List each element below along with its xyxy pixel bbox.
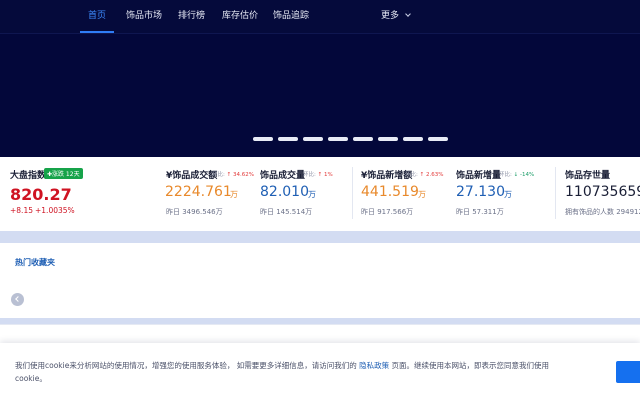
trade-volume-title: 饰品成交量: [260, 171, 306, 181]
trade-amount-unit: 万: [230, 190, 238, 199]
nav-item-item-tracking[interactable]: 饰品追踪: [273, 0, 309, 33]
trade-volume-unit: 万: [308, 190, 316, 199]
nav-item-ranking[interactable]: 排行榜: [178, 0, 205, 33]
carousel-dot[interactable]: [253, 137, 273, 141]
new-volume-unit: 万: [504, 190, 512, 199]
new-volume-yesterday: 昨日 57.311万: [456, 208, 504, 216]
nav-item-market[interactable]: 饰品市场: [126, 0, 162, 33]
carousel-dot[interactable]: [428, 137, 448, 141]
market-stats-panel: 大盘指数 ✚涨跌 12天 820.27 +8.15 +1.0035% ¥饰品成交…: [0, 157, 640, 231]
new-amount-compare: 环比: ↑ 2.63%: [405, 172, 444, 178]
carousel-dot[interactable]: [328, 137, 348, 141]
new-amount-yesterday: 昨日 917.566万: [361, 208, 414, 216]
cookie-message: 我们使用cookie来分析网站的使用情况，增强您的使用服务体验， 如需要更多详细…: [15, 361, 549, 383]
stats-divider: [555, 167, 556, 219]
trend-badge: ✚涨跌 12天: [44, 168, 83, 179]
market-index-change: +8.15: [10, 206, 33, 215]
stats-divider: [352, 167, 353, 219]
hot-favorites-panel: 热门收藏夹: [0, 243, 640, 318]
trade-amount-value: 2224.761: [165, 184, 232, 200]
new-volume-compare: 环比: ↓ -14%: [499, 172, 535, 178]
cookie-accept-button[interactable]: [616, 361, 640, 383]
banner-carousel[interactable]: [0, 33, 640, 157]
market-index-change-pct: +1.0035%: [35, 206, 75, 215]
stock-value: 110735659: [565, 184, 640, 200]
carousel-dot[interactable]: [403, 137, 423, 141]
carousel-dot[interactable]: [303, 137, 323, 141]
new-volume-value: 27.130: [456, 184, 505, 200]
carousel-dot[interactable]: [378, 137, 398, 141]
cookie-consent-banner: 我们使用cookie来分析网站的使用情况，增强您的使用服务体验， 如需要更多详细…: [0, 343, 640, 400]
chevron-left-icon: [15, 296, 21, 302]
market-index-value: 820.27: [10, 185, 72, 204]
trade-amount-yesterday: 昨日 3496.546万: [166, 208, 223, 216]
trade-volume-compare: 环比: ↑ 1%: [303, 172, 333, 178]
stock-holders: 拥有饰品的人数 294912: [565, 208, 640, 216]
new-volume-title: 饰品新增量: [456, 171, 502, 181]
trade-amount-compare: 环比: ↑ 34.62%: [212, 172, 254, 178]
new-amount-value: 441.519: [361, 184, 419, 200]
nav-more-menu[interactable]: 更多: [381, 0, 411, 33]
nav-item-home[interactable]: 首页: [80, 0, 114, 33]
new-amount-unit: 万: [418, 190, 426, 199]
top-nav: 首页 饰品市场 排行榜 库存估价 饰品追踪 更多: [0, 0, 640, 33]
hot-favorites-title: 热门收藏夹: [15, 258, 55, 267]
privacy-policy-link[interactable]: 隐私政策: [359, 361, 389, 370]
trade-volume-value: 82.010: [260, 184, 309, 200]
market-index-title: 大盘指数: [10, 171, 47, 181]
nav-more-label: 更多: [381, 11, 400, 21]
trade-volume-yesterday: 昨日 145.514万: [260, 208, 313, 216]
trade-amount-title: ¥饰品成交额: [166, 171, 218, 181]
stock-title: 饰品存世量: [565, 171, 611, 181]
carousel-dot[interactable]: [353, 137, 373, 141]
chevron-down-icon: [405, 11, 411, 17]
carousel-prev-button[interactable]: [11, 293, 24, 306]
carousel-dot[interactable]: [278, 137, 298, 141]
nav-item-inventory-valuation[interactable]: 库存估价: [222, 0, 258, 33]
